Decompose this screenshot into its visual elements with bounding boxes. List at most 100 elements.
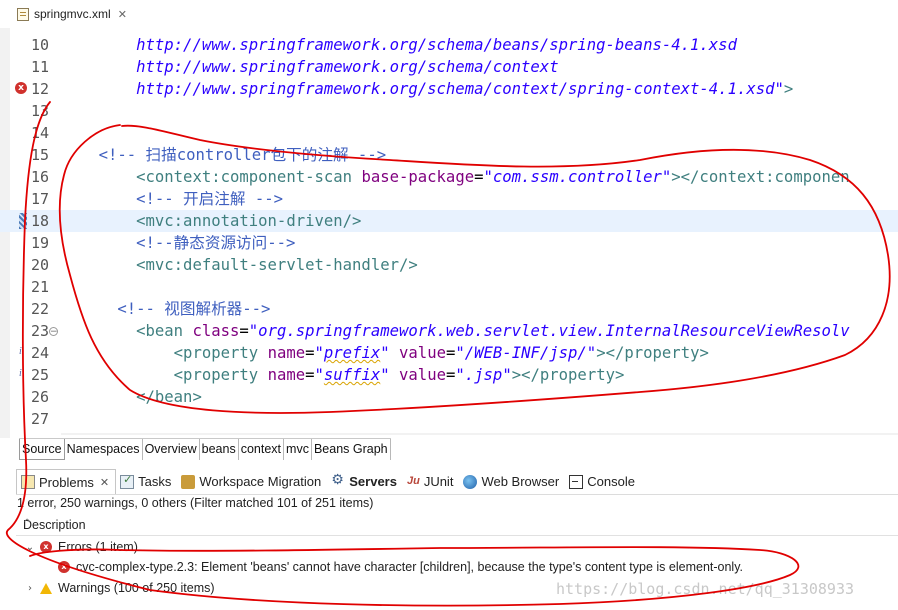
line-number: 21 bbox=[30, 278, 49, 296]
code-token: ".jsp" bbox=[455, 366, 512, 384]
code-line[interactable]: 16 <context:component-scan base-package=… bbox=[0, 166, 898, 188]
line-number: 22 bbox=[30, 300, 49, 318]
column-header-label: Description bbox=[23, 518, 86, 532]
view-tab-label: Problems bbox=[39, 474, 94, 490]
line-number: 20 bbox=[30, 256, 49, 274]
xml-file-icon bbox=[17, 7, 29, 21]
code-line[interactable]: 14 bbox=[0, 122, 898, 144]
editor-page-tabs: Source Namespaces Overview beans context mvc B… bbox=[19, 438, 391, 460]
page-tab-beans[interactable]: beans bbox=[200, 439, 239, 460]
code-token: name bbox=[267, 344, 306, 362]
view-tab-workspace-migration[interactable]: Workspace Migration bbox=[177, 469, 327, 494]
code-line[interactable]: 23 <bean class="org.springframework.web.… bbox=[0, 320, 898, 342]
view-tab-web-browser[interactable]: Web Browser bbox=[459, 469, 565, 494]
code-token: <mvc:annotation-driven/> bbox=[136, 212, 362, 230]
xml-source-editor[interactable]: 10 http://www.springframework.org/schema… bbox=[0, 28, 898, 438]
code-line[interactable]: 20 <mvc:default-servlet-handler/> bbox=[0, 254, 898, 276]
code-text: <!--静态资源访问--> bbox=[61, 232, 295, 254]
editor-tab-bar: springmvc.xml ✕ bbox=[0, 0, 898, 28]
code-token: "org.springframework.web.servlet.view.In… bbox=[248, 322, 850, 340]
fold-toggle-icon[interactable]: − bbox=[49, 327, 58, 337]
code-line[interactable]: 13 bbox=[0, 100, 898, 122]
code-token: "/WEB-INF/jsp/" bbox=[455, 344, 597, 362]
page-tab-context[interactable]: context bbox=[239, 439, 285, 460]
code-line[interactable]: 17 <!-- 开启注解 --> bbox=[0, 188, 898, 210]
code-token: ></property> bbox=[596, 344, 709, 362]
code-token: <property bbox=[173, 366, 268, 384]
info-marker-icon[interactable]: i bbox=[19, 346, 22, 357]
code-line[interactable]: 18 <mvc:annotation-driven/> bbox=[0, 210, 898, 232]
error-icon: x bbox=[58, 561, 70, 573]
code-token: <bean bbox=[136, 322, 193, 340]
code-token: http://www.springframework.org/schema/be… bbox=[136, 36, 737, 54]
junit-icon: Ju bbox=[406, 474, 420, 487]
editor-tab-springmvc[interactable]: springmvc.xml ✕ bbox=[17, 3, 127, 25]
page-tab-beans-graph[interactable]: Beans Graph bbox=[312, 439, 391, 460]
error-marker-icon[interactable]: x bbox=[15, 82, 27, 94]
view-tab-junit[interactable]: Ju JUnit bbox=[403, 469, 459, 494]
errors-group-row[interactable]: ⌄ x Errors (1 item) bbox=[16, 537, 898, 557]
error-item-row[interactable]: x cvc-complex-type.2.3: Element 'beans' … bbox=[16, 557, 898, 577]
code-text: <property name="prefix" value="/WEB-INF/… bbox=[61, 342, 709, 364]
code-line[interactable]: 21 bbox=[0, 276, 898, 298]
page-tab-source[interactable]: Source bbox=[19, 439, 65, 460]
code-line[interactable]: 25 <property name="suffix" value=".jsp">… bbox=[0, 364, 898, 386]
line-number: 13 bbox=[30, 102, 49, 120]
view-tab-console[interactable]: Console bbox=[565, 469, 641, 494]
page-tab-overview[interactable]: Overview bbox=[143, 439, 200, 460]
view-tab-tasks[interactable]: Tasks bbox=[116, 469, 177, 494]
view-tab-problems[interactable]: Problems ✕ bbox=[16, 469, 117, 494]
problems-icon bbox=[21, 475, 35, 489]
view-tab-label: JUnit bbox=[423, 474, 454, 489]
close-icon[interactable]: ✕ bbox=[118, 8, 127, 21]
code-text: http://www.springframework.org/schema/co… bbox=[61, 78, 793, 100]
code-token: <!-- 视图解析器--> bbox=[117, 300, 271, 318]
code-token: > bbox=[783, 80, 794, 98]
info-marker-icon[interactable]: i bbox=[19, 368, 22, 379]
close-icon[interactable]: ✕ bbox=[100, 476, 109, 489]
code-token: " bbox=[380, 366, 400, 384]
code-token: <mvc:default-servlet-handler/> bbox=[136, 256, 418, 274]
page-tab-namespaces[interactable]: Namespaces bbox=[65, 439, 143, 460]
line-number: 23 bbox=[30, 322, 49, 340]
code-token: value bbox=[399, 344, 446, 362]
code-line[interactable]: 24 <property name="prefix" value="/WEB-I… bbox=[0, 342, 898, 364]
code-line[interactable]: 12 http://www.springframework.org/schema… bbox=[0, 78, 898, 100]
code-token: http://www.springframework.org/schema/co… bbox=[136, 58, 559, 76]
code-token: http://www.springframework.org/schema/co… bbox=[136, 80, 784, 98]
code-line[interactable]: 19 <!--静态资源访问--> bbox=[0, 232, 898, 254]
code-text: http://www.springframework.org/schema/co… bbox=[61, 56, 559, 78]
code-token: base-package bbox=[361, 168, 475, 186]
code-token: suffix bbox=[323, 366, 381, 384]
workspace-migration-icon bbox=[181, 474, 196, 489]
code-line[interactable]: 22 <!-- 视图解析器--> bbox=[0, 298, 898, 320]
sort-caret-icon: ^ bbox=[23, 518, 32, 529]
code-token: = bbox=[445, 344, 456, 362]
code-token: = bbox=[445, 366, 456, 384]
code-line[interactable]: 10 http://www.springframework.org/schema… bbox=[0, 34, 898, 56]
bookmark-marker-icon[interactable] bbox=[19, 213, 27, 229]
horizontal-scrollbar[interactable] bbox=[61, 426, 898, 435]
code-token: </bean> bbox=[136, 388, 202, 406]
line-number: 24 bbox=[30, 344, 49, 362]
code-line[interactable]: 15 <!-- 扫描controller包下的注解 --> bbox=[0, 144, 898, 166]
code-token: <!-- 开启注解 --> bbox=[136, 190, 283, 208]
line-number: 27 bbox=[30, 410, 49, 428]
code-line[interactable]: 11 http://www.springframework.org/schema… bbox=[0, 56, 898, 78]
code-text: <!-- 视图解析器--> bbox=[61, 298, 270, 320]
errors-group-label: Errors (1 item) bbox=[58, 540, 138, 554]
description-column-header[interactable]: Description ^ bbox=[16, 515, 898, 536]
page-tab-mvc[interactable]: mvc bbox=[284, 439, 312, 460]
code-line[interactable]: 26 </bean> bbox=[0, 386, 898, 408]
chevron-down-icon[interactable]: ⌄ bbox=[24, 542, 36, 553]
code-text: <!-- 扫描controller包下的注解 --> bbox=[61, 144, 387, 166]
view-tab-servers[interactable]: Servers bbox=[327, 469, 403, 494]
chevron-right-icon[interactable]: › bbox=[24, 583, 36, 594]
